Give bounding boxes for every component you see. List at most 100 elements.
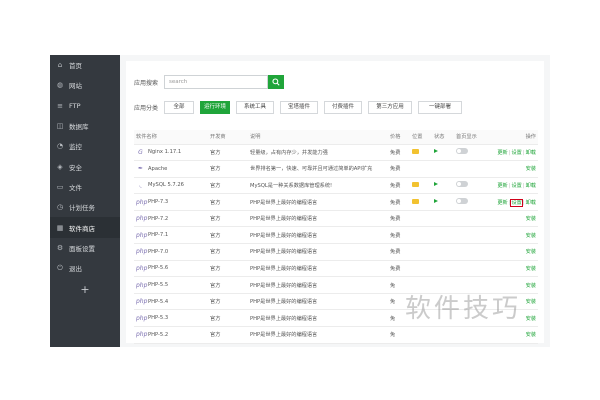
homepage-display-toggle[interactable] bbox=[456, 148, 468, 155]
category-tab[interactable]: 系统工具 bbox=[236, 101, 275, 114]
location-cell bbox=[410, 210, 432, 228]
category-tab[interactable]: 全部 bbox=[164, 101, 195, 114]
search-icon bbox=[272, 78, 280, 86]
app-logo-icon: ◟ bbox=[139, 181, 142, 189]
sidebar-item-5[interactable]: ◈ 安全 bbox=[50, 156, 120, 176]
home-icon: ⌂ bbox=[57, 61, 63, 70]
category-tab[interactable]: 运行环境 bbox=[200, 101, 231, 114]
homepage-display-cell bbox=[454, 177, 490, 195]
software-name: php PHP-5.6 bbox=[136, 265, 168, 272]
price-cell: 免费 bbox=[388, 160, 410, 178]
folder-icon[interactable] bbox=[412, 198, 419, 204]
location-cell bbox=[410, 226, 432, 245]
actions-cell: 安装 bbox=[490, 326, 538, 344]
action-link[interactable]: 卸载 bbox=[526, 183, 536, 189]
software-name-text: PHP-7.0 bbox=[148, 248, 169, 255]
status-cell bbox=[432, 160, 454, 178]
folder-icon[interactable] bbox=[412, 148, 419, 154]
screenshot-frame: ⌂ 首页 ◍ 网站 ≡ FTP ◫ 数据库 ◔ 监控 ◈ 安全 ▭ 文件 ◷ 计划任务 ▦ 软件商店 ⚙ 面板设置 ⏻ 退… bbox=[0, 0, 600, 400]
action-link[interactable]: 设置 bbox=[511, 183, 521, 189]
software-name-text: Nginx 1.17.1 bbox=[148, 149, 182, 156]
sidebar-item-6[interactable]: ▭ 文件 bbox=[50, 177, 120, 197]
sidebar-item-0[interactable]: ⌂ 首页 bbox=[50, 55, 120, 75]
sidebar-item-4[interactable]: ◔ 监控 bbox=[50, 136, 120, 156]
sidebar-item-8[interactable]: ▦ 软件商店 bbox=[50, 217, 120, 238]
category-tab[interactable]: 一键部署 bbox=[418, 101, 463, 114]
action-link[interactable]: 卸载 bbox=[526, 200, 536, 206]
software-name-text: PHP-7.3 bbox=[148, 199, 169, 206]
actions-cell: 更新|设置|卸载 bbox=[490, 177, 538, 195]
table-header-row: 软件名称 开发商 说明 价格 位置 状态 首页显示 操作 bbox=[134, 130, 538, 145]
column-header: 开发商 bbox=[208, 130, 248, 145]
action-link[interactable]: 安装 bbox=[526, 332, 536, 338]
description-cell: 轻量级，占有内存少，并发能力强 bbox=[248, 144, 388, 162]
action-link[interactable]: 安装 bbox=[526, 166, 536, 172]
table-row: php PHP-5.6 官方 PHP是世界上最好的编程语言 免费 安装 bbox=[134, 260, 538, 278]
app-logo-icon: ✒ bbox=[137, 165, 144, 173]
sidebar-item-7[interactable]: ◷ 计划任务 bbox=[50, 197, 120, 217]
developer-cell: 官方 bbox=[208, 276, 248, 294]
software-name-text: PHP-5.3 bbox=[148, 315, 169, 322]
sidebar-item-1[interactable]: ◍ 网站 bbox=[50, 75, 120, 95]
price-cell: 免费 bbox=[388, 193, 410, 211]
developer-cell: 官方 bbox=[208, 260, 248, 278]
sidebar-item-9[interactable]: ⚙ 面板设置 bbox=[50, 238, 120, 258]
app-logo-icon: php bbox=[136, 198, 148, 206]
developer-cell: 官方 bbox=[208, 177, 248, 195]
sidebar-item-3[interactable]: ◫ 数据库 bbox=[50, 116, 120, 136]
action-link[interactable]: 安装 bbox=[526, 216, 536, 222]
sidebar-item-label: 数据库 bbox=[69, 123, 89, 132]
developer-cell: 官方 bbox=[208, 309, 248, 328]
database-icon: ◫ bbox=[56, 122, 64, 131]
location-cell bbox=[410, 193, 432, 211]
description-cell: PHP是世界上最好的编程语言 bbox=[248, 309, 388, 328]
globe-icon: ◍ bbox=[56, 81, 64, 90]
shield-icon: ◈ bbox=[57, 162, 63, 171]
description-cell: PHP是世界上最好的编程语言 bbox=[248, 210, 388, 228]
software-name: php PHP-7.3 bbox=[136, 199, 168, 206]
homepage-display-toggle[interactable] bbox=[456, 198, 468, 205]
software-name-cell: php PHP-5.3 bbox=[134, 309, 208, 328]
software-name: php PHP-7.0 bbox=[136, 248, 168, 255]
app-logo-icon: php bbox=[136, 331, 148, 339]
search-label: 应用搜索 bbox=[134, 79, 159, 87]
action-link[interactable]: 安装 bbox=[526, 316, 536, 322]
action-link[interactable]: 卸载 bbox=[526, 150, 536, 156]
action-link[interactable]: 设置 bbox=[511, 150, 521, 156]
search-input[interactable]: search bbox=[164, 75, 269, 89]
sidebar-item-2[interactable]: ≡ FTP bbox=[50, 96, 120, 116]
action-link[interactable]: 安装 bbox=[526, 266, 536, 272]
status-cell bbox=[432, 260, 454, 278]
status-cell bbox=[432, 193, 454, 211]
software-name-cell: php PHP-7.3 bbox=[134, 193, 208, 211]
action-link[interactable]: 更新 bbox=[497, 200, 507, 206]
action-link[interactable]: 安装 bbox=[526, 249, 536, 255]
action-link[interactable]: 安装 bbox=[526, 299, 536, 305]
action-link[interactable]: 更新 bbox=[497, 183, 507, 189]
search-row: 应用搜索 search bbox=[134, 75, 285, 89]
action-link[interactable]: 设置 bbox=[510, 198, 523, 207]
action-link[interactable]: 安装 bbox=[526, 233, 536, 239]
sidebar-item-10[interactable]: ⏻ 退出 bbox=[50, 258, 120, 278]
software-name-cell: php PHP-5.5 bbox=[134, 276, 208, 294]
action-link[interactable]: 更新 bbox=[497, 150, 507, 156]
monitor-icon: ◔ bbox=[56, 142, 64, 151]
actions-cell: 更新|设置|卸载 bbox=[490, 144, 538, 162]
category-tab[interactable]: 付费插件 bbox=[324, 101, 363, 114]
price-cell: 免费 bbox=[388, 243, 410, 261]
sidebar-item-label: 面板设置 bbox=[69, 244, 95, 253]
search-button[interactable] bbox=[268, 75, 285, 89]
software-name-cell: php PHP-5.4 bbox=[134, 293, 208, 311]
homepage-display-toggle[interactable] bbox=[456, 181, 468, 188]
add-icon[interactable]: + bbox=[50, 278, 120, 300]
category-tab[interactable]: 宝塔插件 bbox=[280, 101, 319, 114]
folder-icon[interactable] bbox=[412, 181, 419, 187]
price-cell: 免费 bbox=[388, 144, 410, 162]
homepage-display-cell bbox=[454, 226, 490, 245]
sidebar: ⌂ 首页 ◍ 网站 ≡ FTP ◫ 数据库 ◔ 监控 ◈ 安全 ▭ 文件 ◷ 计划任务 ▦ 软件商店 ⚙ 面板设置 ⏻ 退… bbox=[50, 55, 120, 347]
action-link[interactable]: 安装 bbox=[526, 283, 536, 289]
column-header: 首页显示 bbox=[454, 130, 490, 145]
category-tab[interactable]: 第三方应用 bbox=[368, 101, 413, 114]
software-name-cell: php PHP-7.0 bbox=[134, 243, 208, 261]
sidebar-item-label: FTP bbox=[69, 101, 81, 110]
